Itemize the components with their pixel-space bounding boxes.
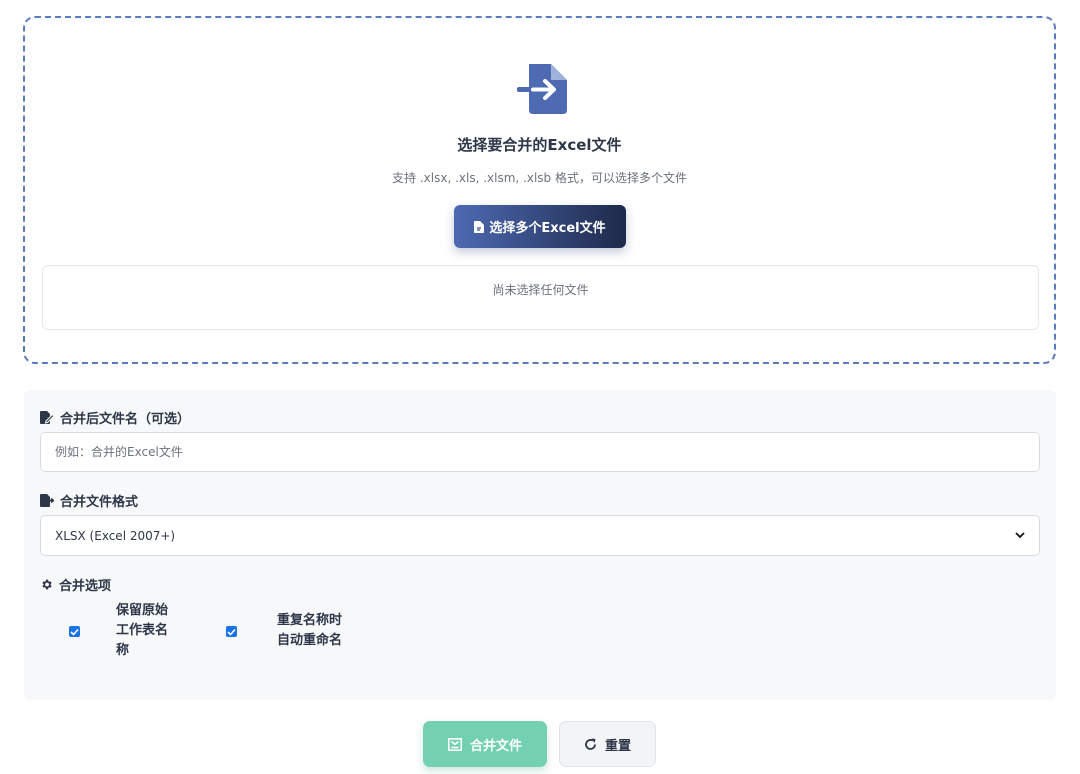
file-import-icon bbox=[517, 64, 567, 114]
upload-title: 选择要合并的Excel文件 bbox=[457, 136, 622, 154]
file-icon bbox=[474, 220, 485, 233]
check-icon bbox=[70, 628, 79, 636]
file-export-icon bbox=[40, 494, 54, 507]
format-label: 合并文件格式 bbox=[40, 491, 138, 510]
keep-sheet-names-label[interactable]: 保留原始工作表名称 bbox=[116, 601, 178, 661]
edit-file-icon bbox=[40, 411, 54, 424]
gear-icon bbox=[42, 579, 52, 590]
merge-button-label: 合并文件 bbox=[469, 738, 522, 754]
upload-hint: 支持 .xlsx, .xls, .xlsm, .xlsb 格式，可以选择多个文件 bbox=[392, 171, 687, 185]
auto-rename-label[interactable]: 重复名称时自动重命名 bbox=[277, 611, 347, 651]
keep-sheet-names-checkbox[interactable] bbox=[69, 626, 80, 637]
merge-options-label: 合并选项 bbox=[40, 575, 111, 594]
format-label-text: 合并文件格式 bbox=[60, 495, 139, 510]
filename-input[interactable] bbox=[40, 432, 1040, 472]
check-icon bbox=[227, 628, 236, 636]
chevron-down-icon bbox=[1015, 532, 1025, 539]
select-files-button[interactable]: 选择多个Excel文件 bbox=[454, 205, 626, 248]
filename-label: 合并后文件名（可选） bbox=[40, 408, 190, 427]
file-list-empty-text: 尚未选择任何文件 bbox=[492, 283, 589, 297]
auto-rename-checkbox[interactable] bbox=[226, 626, 237, 637]
format-select[interactable]: XLSX (Excel 2007+) bbox=[40, 515, 1040, 556]
reset-button[interactable]: 重置 bbox=[559, 721, 656, 767]
file-drop-zone[interactable]: 选择要合并的Excel文件 支持 .xlsx, .xls, .xlsm, .xl… bbox=[23, 16, 1056, 364]
merge-options-panel: 合并后文件名（可选） 合并文件格式 XLSX (Excel 2007+) 合并选… bbox=[24, 390, 1056, 700]
merge-button[interactable]: 合并文件 bbox=[423, 721, 547, 767]
select-files-label: 选择多个Excel文件 bbox=[489, 221, 606, 236]
selected-file-list: 尚未选择任何文件 bbox=[42, 265, 1039, 330]
merge-icon bbox=[447, 737, 462, 751]
merge-options-label-text: 合并选项 bbox=[59, 579, 112, 594]
reset-button-label: 重置 bbox=[604, 738, 631, 754]
redo-icon bbox=[585, 738, 596, 750]
filename-label-text: 合并后文件名（可选） bbox=[60, 412, 191, 427]
format-selected-value: XLSX (Excel 2007+) bbox=[55, 528, 176, 543]
